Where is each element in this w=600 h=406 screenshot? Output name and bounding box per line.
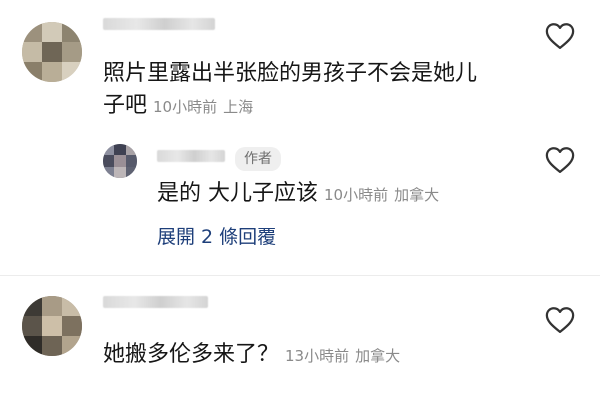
author-badge: 作者 [235,147,281,171]
comment-location: 上海 [223,98,254,116]
comment-item: 照片里露出半张脸的男孩子不会是她儿 子吧 10小時前 上海 [0,0,600,150]
avatar[interactable] [22,296,82,356]
reply-location: 加拿大 [394,186,440,204]
username-obscured[interactable] [103,296,208,308]
username-obscured[interactable] [157,150,225,162]
reply-item: 作者 是的 大儿子应该 10小時前 加拿大 展開 2 條回覆 [0,130,600,270]
reply-time: 10小時前 [324,186,389,204]
comment-time: 13小時前 [285,347,350,365]
heart-outline-icon[interactable] [545,306,575,334]
reply-text: 是的 大儿子应该 10小時前 加拿大 [157,181,440,206]
comment-time: 10小時前 [153,98,218,116]
avatar[interactable] [103,144,137,178]
heart-outline-icon[interactable] [545,22,575,50]
heart-outline-icon[interactable] [545,146,575,174]
expand-replies-button[interactable]: 展開 2 條回覆 [157,224,276,250]
comment-location: 加拿大 [355,347,401,365]
username-obscured[interactable] [103,18,215,30]
comment-item: 她搬多伦多来了？ 13小時前 加拿大 [0,276,600,406]
comment-text: 她搬多伦多来了？ 13小時前 加拿大 [103,342,401,367]
avatar[interactable] [22,22,82,82]
comment-text: 照片里露出半张脸的男孩子不会是她儿 子吧 10小時前 上海 [103,61,478,118]
